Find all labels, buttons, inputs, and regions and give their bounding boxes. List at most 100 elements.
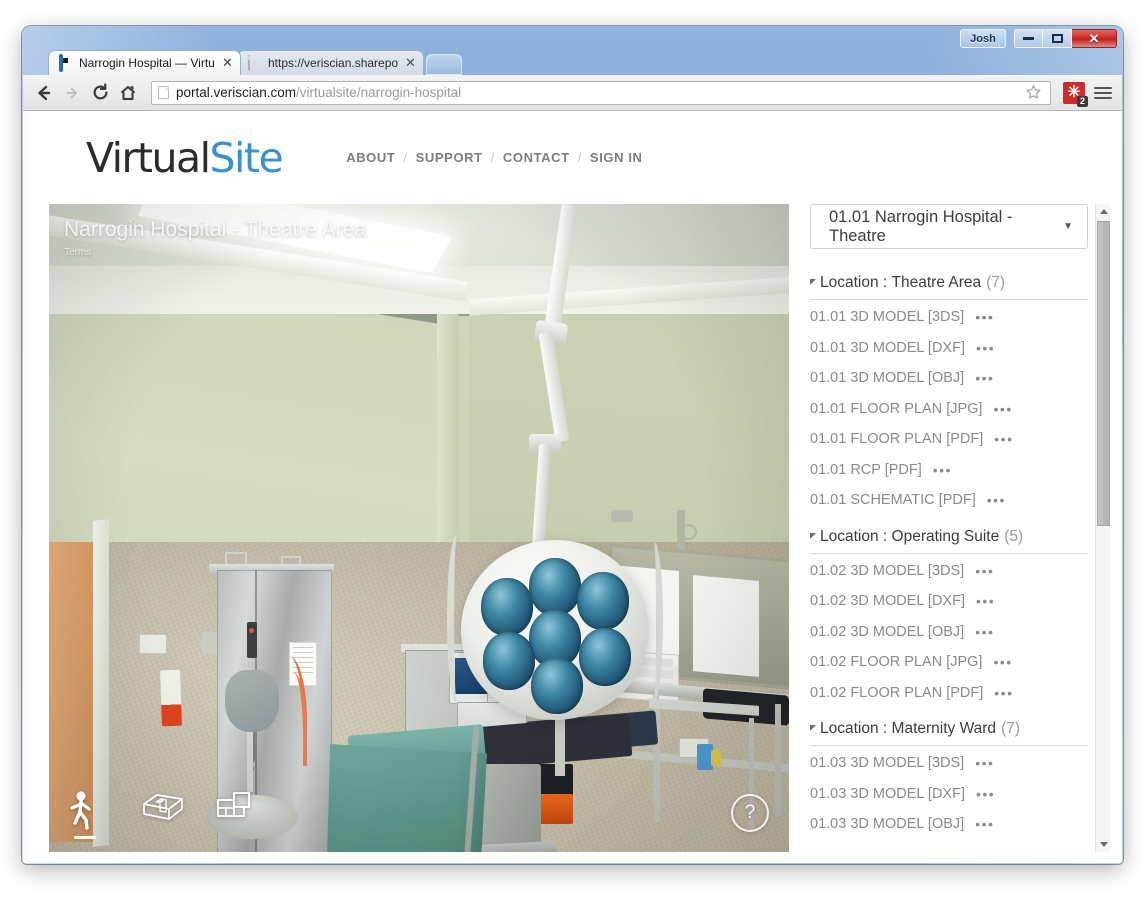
asset-menu-icon[interactable]: •••: [987, 492, 1006, 508]
url-domain: portal.veriscian.com: [176, 85, 297, 100]
dollhouse-3d-icon[interactable]: [141, 790, 185, 836]
back-button[interactable]: [31, 80, 57, 106]
asset-label: 01.03 3D MODEL [OBJ]: [810, 816, 965, 833]
asset-label: 01.01 FLOOR PLAN [JPG]: [810, 400, 983, 417]
asset-menu-icon[interactable]: •••: [976, 340, 995, 356]
asset-menu-icon[interactable]: •••: [993, 401, 1012, 417]
home-button[interactable]: [115, 80, 141, 106]
scene-wall-fixture: [611, 510, 633, 522]
asset-item[interactable]: 01.03 3D MODEL [DXF] •••: [810, 779, 1088, 810]
tab-close-icon[interactable]: ✕: [221, 55, 234, 71]
asset-item[interactable]: 01.02 3D MODEL [OBJ] •••: [810, 617, 1088, 648]
nav-link-support[interactable]: SUPPORT: [416, 150, 483, 165]
scroll-up-button[interactable]: [1096, 204, 1111, 219]
window-close-button[interactable]: ✕: [1072, 29, 1117, 48]
window-controls: Josh ✕: [960, 29, 1117, 48]
user-profile-button[interactable]: Josh: [960, 29, 1006, 48]
asset-item[interactable]: 01.02 FLOOR PLAN [JPG] •••: [810, 647, 1088, 678]
scrollbar-thumb[interactable]: [1097, 221, 1110, 526]
asset-label: 01.01 3D MODEL [OBJ]: [810, 370, 965, 387]
chevron-up-icon: [1099, 209, 1108, 214]
help-icon[interactable]: ?: [731, 794, 769, 832]
extension-icon[interactable]: ✳ 2: [1063, 81, 1088, 107]
forward-button[interactable]: [59, 80, 85, 106]
browser-menu-button[interactable]: [1092, 82, 1114, 104]
group-prefix: Location :: [820, 274, 888, 291]
asset-menu-icon[interactable]: •••: [975, 370, 994, 386]
address-bar[interactable]: portal.veriscian.com/virtualsite/narrogi…: [151, 80, 1051, 105]
minimize-icon: [1023, 37, 1034, 40]
nav-link-contact[interactable]: CONTACT: [503, 150, 570, 165]
window-titlebar[interactable]: Josh ✕: [22, 26, 1123, 48]
tab-close-icon[interactable]: ✕: [404, 55, 417, 71]
nav-link-sign-in[interactable]: SIGN IN: [590, 150, 643, 165]
asset-menu-icon[interactable]: •••: [994, 685, 1013, 701]
group-header[interactable]: Location : Theatre Area (7): [810, 274, 1088, 300]
asset-item[interactable]: 01.03 3D MODEL [OBJ] •••: [810, 809, 1088, 840]
window-maximize-button[interactable]: [1043, 29, 1072, 48]
group-prefix: Location :: [820, 527, 888, 545]
asset-item[interactable]: 01.01 FLOOR PLAN [PDF] •••: [810, 424, 1088, 455]
floorplan-icon[interactable]: [215, 790, 259, 836]
browser-window: Josh ✕ Narrogin Hospital — Virtu ✕ https…: [22, 26, 1123, 864]
asset-label: 01.03 3D MODEL [3DS]: [810, 755, 965, 772]
group-header[interactable]: Location : Operating Suite (5): [810, 528, 1088, 554]
asset-item[interactable]: 01.01 SCHEMATIC [PDF] •••: [810, 485, 1088, 516]
group-prefix: Location :: [820, 720, 888, 737]
asset-menu-icon[interactable]: •••: [933, 462, 952, 478]
asset-menu-icon[interactable]: •••: [975, 309, 994, 325]
asset-label: 01.01 FLOOR PLAN [PDF]: [810, 431, 984, 448]
asset-menu-icon[interactable]: •••: [975, 563, 994, 579]
scene-wall-hook: [679, 524, 697, 540]
bookmark-star-icon[interactable]: [1022, 82, 1044, 104]
asset-item[interactable]: 01.01 3D MODEL [DXF] •••: [810, 333, 1088, 364]
scroll-down-button[interactable]: [1096, 837, 1111, 852]
asset-menu-icon[interactable]: •••: [994, 431, 1013, 447]
asset-menu-icon[interactable]: •••: [975, 624, 994, 640]
asset-item[interactable]: 01.01 FLOOR PLAN [JPG] •••: [810, 394, 1088, 425]
asset-item[interactable]: 01.01 3D MODEL [OBJ] •••: [810, 363, 1088, 394]
scene-wall-outlet: [139, 634, 167, 654]
asset-item[interactable]: 01.02 FLOOR PLAN [PDF] •••: [810, 678, 1088, 709]
asset-item[interactable]: 01.01 RCP [PDF] •••: [810, 455, 1088, 486]
asset-label: 01.02 FLOOR PLAN [PDF]: [810, 684, 984, 701]
asset-select-dropdown[interactable]: 01.01 Narrogin Hospital - Theatre ▼: [810, 204, 1088, 249]
chevron-down-icon: ▼: [1063, 221, 1073, 232]
panel-scrollbar[interactable]: [1095, 204, 1110, 852]
asset-menu-icon[interactable]: •••: [993, 654, 1012, 670]
browser-tab-active[interactable]: Narrogin Hospital — Virtu ✕: [48, 50, 241, 75]
asset-item[interactable]: 01.02 3D MODEL [3DS] •••: [810, 556, 1088, 587]
browser-tab-inactive[interactable]: https://veriscian.sharepoin ✕: [237, 50, 424, 75]
walking-person-icon[interactable]: [67, 790, 111, 839]
asset-label: 01.03 3D MODEL [DXF]: [810, 785, 965, 802]
asset-menu-icon[interactable]: •••: [976, 593, 995, 609]
collapse-triangle-icon[interactable]: [810, 725, 816, 731]
group-name: Maternity Ward: [891, 720, 997, 737]
reload-button[interactable]: [87, 80, 113, 106]
asset-item[interactable]: 01.02 3D MODEL [DXF] •••: [810, 586, 1088, 617]
tab-title: Narrogin Hospital — Virtu: [79, 56, 215, 70]
asset-item[interactable]: 01.01 3D MODEL [3DS] •••: [810, 302, 1088, 333]
asset-menu-icon[interactable]: •••: [976, 786, 995, 802]
logo-part-virtual: Virtual: [86, 133, 211, 182]
asset-menu-icon[interactable]: •••: [975, 755, 994, 771]
scene-sanitiser-dispenser: [160, 669, 182, 727]
window-minimize-button[interactable]: [1014, 29, 1043, 48]
viewer-terms-link[interactable]: Terms: [64, 247, 91, 258]
asset-item[interactable]: 01.03 3D MODEL [3DS] •••: [810, 748, 1088, 779]
nav-link-about[interactable]: ABOUT: [346, 150, 395, 165]
tab-title: https://veriscian.sharepoin: [268, 56, 398, 70]
panorama-viewer[interactable]: Narrogin Hospital - Theatre Area Terms ?: [49, 204, 789, 852]
browser-tabstrip: Narrogin Hospital — Virtu ✕ https://veri…: [22, 48, 1123, 75]
collapse-triangle-icon[interactable]: [810, 279, 816, 285]
group-name: Operating Suite: [891, 527, 1000, 545]
viewer-title-overlay: Narrogin Hospital - Theatre Area: [64, 218, 366, 241]
collapse-triangle-icon[interactable]: [810, 532, 816, 539]
scene-lamp-bulb: [529, 558, 581, 616]
page-info-icon[interactable]: [158, 86, 169, 99]
new-tab-button[interactable]: [426, 54, 462, 75]
asset-menu-icon[interactable]: •••: [975, 816, 994, 832]
group-header[interactable]: Location : Maternity Ward (7): [810, 720, 1088, 746]
nav-separator: /: [490, 150, 495, 165]
virtualsite-logo[interactable]: VirtualSite: [86, 133, 284, 182]
